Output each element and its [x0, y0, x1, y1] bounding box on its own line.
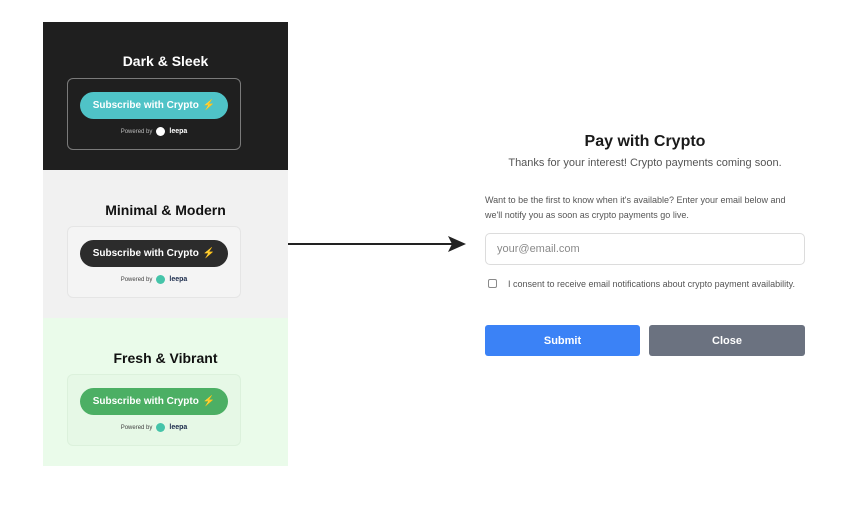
email-input[interactable] — [485, 233, 805, 265]
powered-by: Powered by leepa — [68, 127, 240, 136]
subscribe-button-label: Subscribe with Crypto — [92, 100, 199, 111]
modal-subtitle: Thanks for your interest! Crypto payment… — [508, 157, 782, 169]
canvas: Dark & Sleek Subscribe with Crypto ⚡ Pow… — [0, 0, 860, 510]
powered-by-text: Powered by — [120, 424, 153, 431]
consent-checkbox[interactable] — [488, 279, 497, 288]
lightning-bolt-icon: ⚡ — [202, 248, 216, 259]
subscribe-with-crypto-button[interactable]: Subscribe with Crypto ⚡ — [80, 240, 228, 267]
powered-by-text: Powered by — [120, 128, 153, 135]
brand-name: leepa — [169, 276, 188, 283]
modal-description: Want to be the first to know when it's a… — [485, 195, 786, 220]
subscribe-widget: Subscribe with Crypto ⚡ Powered by leepa — [67, 226, 241, 298]
variant-title: Minimal & Modern — [105, 202, 226, 218]
consent-label: I consent to receive email notifications… — [508, 279, 795, 289]
modal-title: Pay with Crypto — [584, 133, 706, 150]
powered-by: Powered by leepa — [68, 423, 240, 432]
variant-dark-sleek: Dark & Sleek Subscribe with Crypto ⚡ Pow… — [43, 22, 288, 170]
variant-minimal-modern: Minimal & Modern Subscribe with Crypto ⚡… — [43, 170, 288, 318]
arrow-right-icon — [288, 236, 466, 252]
leepa-logo-icon — [156, 275, 166, 284]
variant-title: Fresh & Vibrant — [113, 350, 218, 366]
subscribe-with-crypto-button[interactable]: Subscribe with Crypto ⚡ — [80, 388, 228, 415]
subscribe-button-label: Subscribe with Crypto — [92, 396, 199, 407]
leepa-logo-icon — [156, 423, 166, 432]
variant-fresh-vibrant: Fresh & Vibrant Subscribe with Crypto ⚡ … — [43, 318, 288, 466]
subscribe-widget: Subscribe with Crypto ⚡ Powered by leepa — [67, 374, 241, 446]
submit-button[interactable]: Submit — [485, 325, 640, 356]
brand-name: leepa — [169, 424, 188, 431]
close-button[interactable]: Close — [649, 325, 805, 356]
brand-name: leepa — [169, 128, 188, 135]
subscribe-widget: Subscribe with Crypto ⚡ Powered by leepa — [67, 78, 241, 150]
powered-by: Powered by leepa — [68, 275, 240, 284]
subscribe-button-label: Subscribe with Crypto — [92, 248, 199, 259]
lightning-bolt-icon: ⚡ — [202, 396, 216, 407]
variant-title: Dark & Sleek — [122, 53, 209, 69]
subscribe-with-crypto-button[interactable]: Subscribe with Crypto ⚡ — [80, 92, 228, 119]
lightning-bolt-icon: ⚡ — [202, 100, 216, 111]
powered-by-text: Powered by — [120, 276, 153, 283]
leepa-logo-icon — [156, 127, 166, 136]
